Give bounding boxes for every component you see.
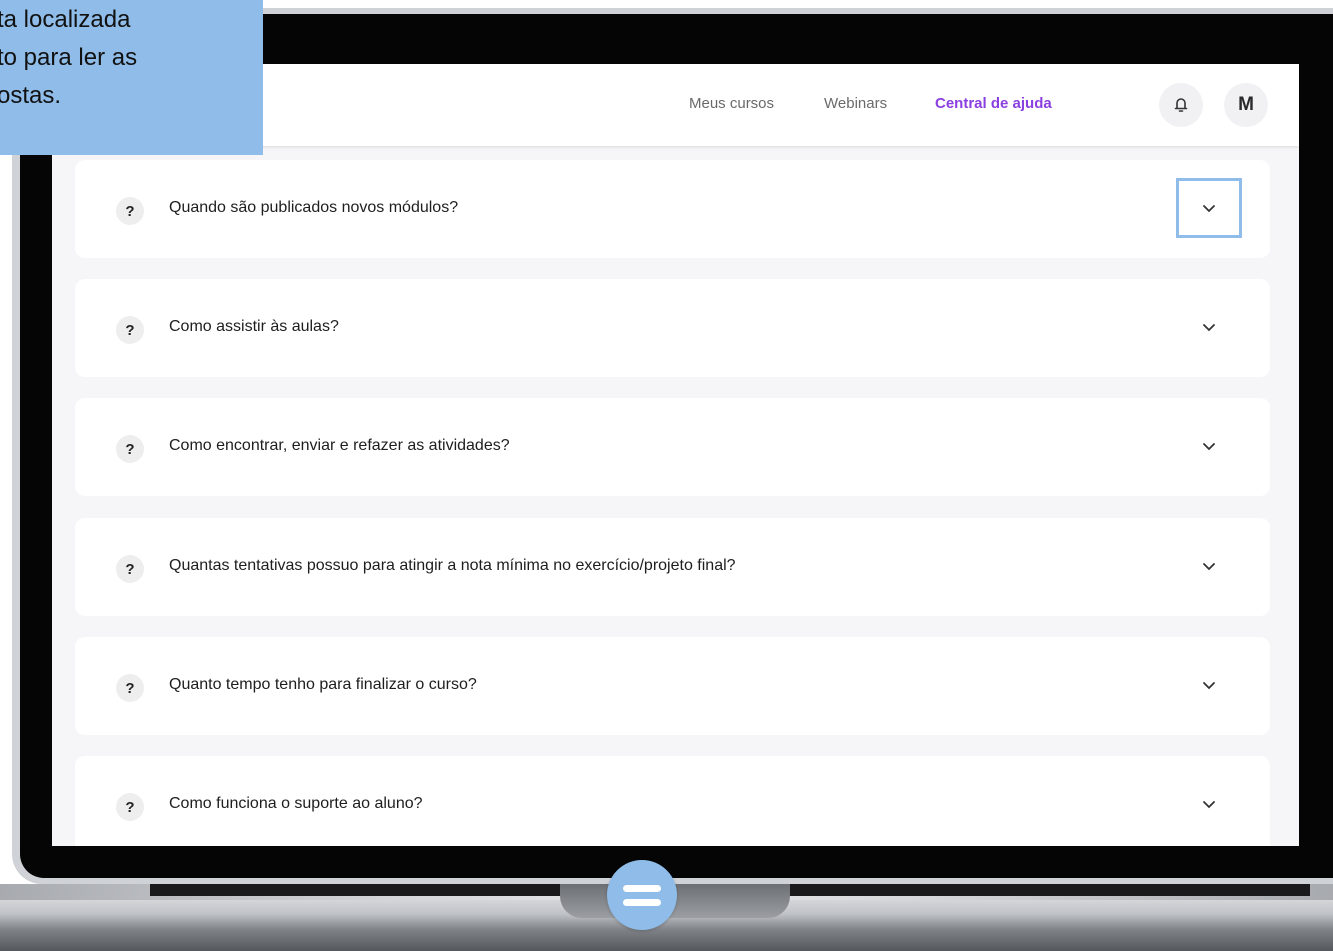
expand-button[interactable]	[1176, 655, 1242, 715]
chevron-down-icon	[1203, 800, 1215, 808]
nav-link-meus-cursos[interactable]: Meus cursos	[689, 95, 774, 112]
user-avatar[interactable]: M	[1224, 83, 1268, 127]
expand-button[interactable]	[1176, 297, 1242, 357]
question-badge: ?	[116, 555, 144, 583]
faq-item-5[interactable]: ? Quanto tempo tenho para finalizar o cu…	[75, 637, 1270, 735]
faq-item-4[interactable]: ? Quantas tentativas possuo para atingir…	[75, 518, 1270, 616]
question-badge: ?	[116, 197, 144, 225]
tooltip-line-3: ostas.	[0, 82, 62, 109]
chevron-down-icon	[1203, 204, 1215, 212]
faq-item-3[interactable]: ? Como encontrar, enviar e refazer as at…	[75, 398, 1270, 496]
tooltip-line-1: ta localizada	[0, 6, 131, 33]
expand-button[interactable]	[1176, 774, 1242, 834]
faq-question: Quantas tentativas possuo para atingir a…	[169, 557, 736, 574]
question-badge: ?	[116, 316, 144, 344]
question-badge: ?	[116, 435, 144, 463]
menu-button[interactable]	[607, 860, 677, 930]
menu-bar	[623, 884, 661, 892]
faq-question: Quanto tempo tenho para finalizar o curs…	[169, 676, 477, 693]
expand-button[interactable]	[1176, 178, 1242, 238]
chevron-down-icon	[1203, 442, 1215, 450]
tooltip-line-2: to para ler as	[0, 44, 138, 71]
question-badge: ?	[116, 674, 144, 702]
screen: Meus cursos Webinars Central de ajuda M …	[52, 64, 1299, 846]
nav-link-central-de-ajuda[interactable]: Central de ajuda	[935, 95, 1052, 112]
faq-question: Como encontrar, enviar e refazer as ativ…	[169, 437, 510, 454]
faq-question: Como assistir às aulas?	[169, 318, 339, 335]
chevron-down-icon	[1203, 323, 1215, 331]
instruction-tooltip: ta localizada to para ler as ostas.	[0, 0, 263, 155]
faq-item-6[interactable]: ? Como funciona o suporte ao aluno?	[75, 756, 1270, 846]
chevron-down-icon	[1203, 681, 1215, 689]
faq-item-2[interactable]: ? Como assistir às aulas?	[75, 279, 1270, 377]
expand-button[interactable]	[1176, 416, 1242, 476]
faq-question: Como funciona o suporte ao aluno?	[169, 795, 423, 812]
bell-icon	[1174, 98, 1188, 112]
question-badge: ?	[116, 793, 144, 821]
nav-link-webinars[interactable]: Webinars	[824, 95, 887, 112]
chevron-down-icon	[1203, 562, 1215, 570]
notifications-button[interactable]	[1159, 83, 1203, 127]
expand-button[interactable]	[1176, 536, 1242, 596]
faq-question: Quando são publicados novos módulos?	[169, 199, 459, 216]
menu-bar	[623, 898, 661, 906]
faq-item-1[interactable]: ? Quando são publicados novos módulos?	[75, 160, 1270, 258]
